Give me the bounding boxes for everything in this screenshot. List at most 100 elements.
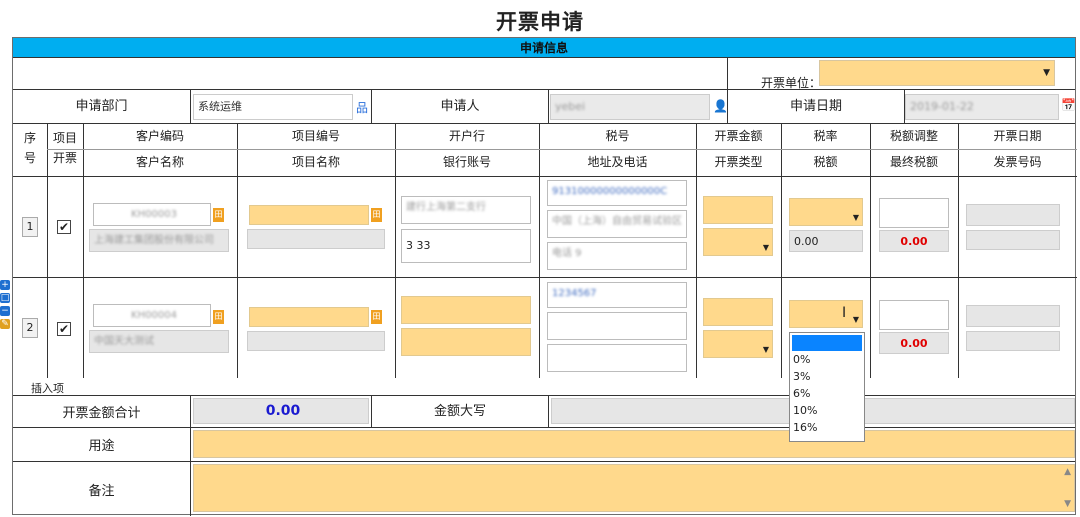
chevron-down-icon: ▼ <box>762 243 769 252</box>
tax-rate-dropdown[interactable]: 0% 3% 6% 10% 16% <box>789 332 865 442</box>
user-icon[interactable]: 👤 <box>713 99 728 113</box>
remark-label: 备注 <box>13 462 191 516</box>
header-invoice-date: 开票日期 <box>993 129 1042 143</box>
header-tax-rate: 税率 <box>813 129 838 143</box>
usage-row: 用途 <box>13 428 1075 462</box>
header-invoice-no: 发票号码 <box>993 155 1042 169</box>
row-actions: + □ − ✎ <box>0 280 12 332</box>
unit-label: 开票单位： <box>761 76 822 90</box>
dropdown-option[interactable]: 0% <box>790 351 864 368</box>
account-field[interactable]: 3 33 <box>401 229 531 263</box>
dropdown-option[interactable]: 10% <box>790 402 864 419</box>
date-value: 2019-01-22 <box>910 100 974 113</box>
remark-field[interactable]: ▲ ▼ <box>193 464 1075 512</box>
edit-icon[interactable]: 田 <box>213 208 224 222</box>
address-field[interactable] <box>547 312 687 340</box>
header-account: 银行账号 <box>442 155 491 169</box>
amount-field[interactable] <box>703 196 773 224</box>
invoice-date-field <box>966 204 1060 226</box>
usage-field[interactable] <box>193 430 1075 458</box>
org-tree-icon[interactable]: 品 <box>356 99 368 116</box>
scroll-down-icon[interactable]: ▼ <box>1064 499 1071 509</box>
insert-link[interactable]: 插入项 <box>31 380 64 396</box>
chevron-down-icon: ▼ <box>762 345 769 354</box>
header-project-name: 项目名称 <box>291 155 340 169</box>
dept-field[interactable]: 系统运维 <box>193 94 353 120</box>
edit-icon[interactable]: 田 <box>213 310 224 324</box>
tax-no-field[interactable]: 91310000000000000C <box>547 180 687 206</box>
dropdown-option[interactable] <box>792 335 862 351</box>
header-tax-no: 税号 <box>605 129 630 143</box>
insert-row: 插入项 <box>13 378 1075 396</box>
account-field[interactable] <box>401 328 531 356</box>
invoice-no-field <box>966 331 1060 351</box>
text-cursor-icon: I <box>842 305 847 321</box>
plus-icon[interactable]: + <box>0 280 10 290</box>
header-seq-2: 号 <box>23 151 36 165</box>
applicant-value: yebei <box>555 100 586 113</box>
phone-field[interactable]: 电话 9 <box>547 242 687 270</box>
invoice-type-select[interactable]: ▼ <box>703 330 773 358</box>
customer-code-field[interactable]: KH00003 <box>93 203 211 226</box>
applicant-row: 申请部门 系统运维 品 申请人 yebei 👤 申请日期 2019-01-22 … <box>13 90 1076 124</box>
date-field[interactable]: 2019-01-22 <box>905 94 1059 120</box>
row-checkbox[interactable]: ✔ <box>57 220 71 234</box>
applicant-field[interactable]: yebei <box>550 94 710 120</box>
tax-no-field[interactable]: 1234567 <box>547 282 687 308</box>
header-amount: 开票金额 <box>714 129 763 143</box>
dept-label: 申请部门 <box>13 90 191 124</box>
row-checkbox[interactable]: ✔ <box>57 322 71 336</box>
dropdown-option[interactable]: 3% <box>790 368 864 385</box>
tax-rate-select[interactable]: I ▼ <box>789 300 863 328</box>
customer-name-field: 中国天大测试 <box>89 330 229 353</box>
project-name-field <box>247 229 385 249</box>
amount-field[interactable] <box>703 298 773 326</box>
tax-adjust-field[interactable] <box>879 300 949 330</box>
header-final-tax: 最终税额 <box>889 155 938 169</box>
unit-row: 开票单位： ▼ <box>13 58 1075 90</box>
chevron-down-icon: ▼ <box>852 315 859 324</box>
invoice-type-select[interactable]: ▼ <box>703 228 773 256</box>
phone-field[interactable] <box>547 344 687 372</box>
project-no-field[interactable] <box>249 205 369 225</box>
header-tax-adjust: 税额调整 <box>889 129 938 143</box>
project-no-field[interactable] <box>249 307 369 327</box>
bank-field[interactable] <box>401 296 531 324</box>
chevron-down-icon: ▼ <box>1043 68 1050 78</box>
invoice-date-field <box>966 305 1060 327</box>
header-project-2: 开票 <box>52 151 77 165</box>
remark-row: 备注 ▲ ▼ <box>13 462 1075 516</box>
tax-adjust-field[interactable] <box>879 198 949 228</box>
section-header: 申请信息 <box>13 38 1075 58</box>
header-address: 地址及电话 <box>587 155 648 169</box>
row-number: 2 <box>22 318 38 338</box>
dropdown-option[interactable]: 16% <box>790 419 864 436</box>
final-tax-field: 0.00 <box>879 230 949 252</box>
divider <box>727 58 728 90</box>
dept-value: 系统运维 <box>198 100 242 113</box>
delete-icon[interactable]: ✎ <box>0 319 10 329</box>
copy-icon[interactable]: □ <box>0 293 10 303</box>
divider <box>13 277 1077 278</box>
invoice-grid: 序 项目 客户编码 项目编号 开户行 税号 开票金额 税率 税额调整 开票日期 … <box>13 124 1077 378</box>
header-bank: 开户行 <box>448 129 485 143</box>
dropdown-option[interactable]: 6% <box>790 385 864 402</box>
page-title: 开票申请 <box>496 10 584 34</box>
unit-select[interactable]: ▼ <box>819 60 1055 86</box>
customer-code-field[interactable]: KH00004 <box>93 304 211 327</box>
invoice-no-field <box>966 230 1060 250</box>
tax-rate-select[interactable]: ▼ <box>789 198 863 226</box>
edit-icon[interactable]: 田 <box>371 310 382 324</box>
usage-label: 用途 <box>13 428 191 461</box>
scroll-up-icon[interactable]: ▲ <box>1064 467 1071 477</box>
minus-icon[interactable]: − <box>0 306 10 316</box>
amount-total-value: 0.00 <box>193 398 369 424</box>
chevron-down-icon: ▼ <box>852 213 859 222</box>
edit-icon[interactable]: 田 <box>371 208 382 222</box>
application-form: 申请信息 开票单位： ▼ 申请部门 系统运维 品 申请人 yebei 👤 申请日… <box>12 37 1077 516</box>
header-tax-amount: 税额 <box>813 155 838 169</box>
bank-field[interactable]: 建行上海第二支行 <box>401 196 531 224</box>
date-label: 申请日期 <box>727 90 905 124</box>
calendar-icon[interactable]: 📅 <box>1061 98 1076 112</box>
address-field[interactable]: 中国（上海）自由贸易试验区 <box>547 210 687 238</box>
